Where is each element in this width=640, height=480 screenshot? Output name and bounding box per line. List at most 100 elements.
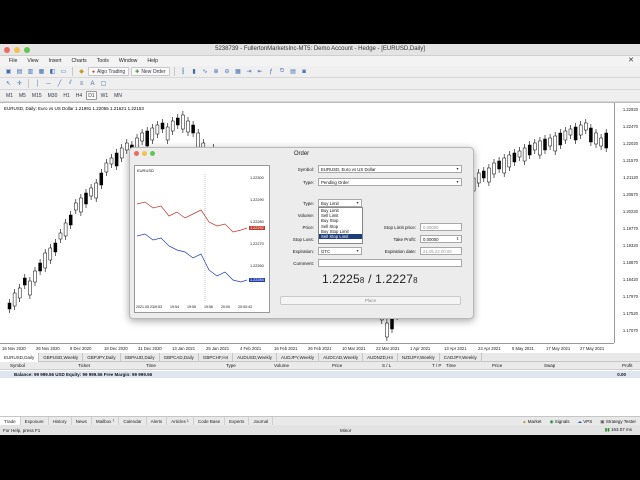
dropdown-option-sell-stop-limit[interactable]: Sell Stop Limit — [319, 233, 362, 240]
comment-input[interactable] — [318, 259, 462, 267]
pending-type-select[interactable]: Buy Limit ▾ — [318, 199, 362, 207]
trendline-icon[interactable]: ╱ — [55, 79, 64, 88]
new-chart-icon[interactable]: ▣ — [4, 67, 13, 76]
algo-trading-button[interactable]: ● Algo Trading — [88, 67, 130, 76]
chart-shift-icon[interactable]: ⇤ — [256, 67, 265, 76]
chart-tab[interactable]: GBPAUD,Daily — [121, 352, 160, 362]
dialog-minimize-button[interactable] — [142, 151, 147, 156]
vertical-line-icon[interactable]: │ — [33, 79, 42, 88]
dialog-close-button[interactable] — [134, 151, 139, 156]
symbol-select[interactable]: EURUSD, Euro vs US Dollar ▾ — [318, 165, 462, 173]
column-header[interactable]: Price — [332, 363, 342, 368]
timeframe-m1[interactable]: M1 — [4, 91, 15, 100]
terminal-icon[interactable]: ▭ — [59, 67, 68, 76]
market-watch-icon[interactable]: ▥ — [26, 67, 35, 76]
stop-limit-input[interactable]: 0.00000 — [420, 223, 462, 231]
candle-body — [604, 132, 608, 149]
column-header[interactable]: Time — [446, 363, 456, 368]
column-header[interactable]: Type — [226, 363, 236, 368]
chart-tab[interactable]: GBPUSD,Weekly — [39, 352, 84, 362]
column-header[interactable]: Price — [492, 363, 502, 368]
bar-chart-icon[interactable]: ┇ — [179, 67, 188, 76]
take-profit-input[interactable]: 0.00000 ⇕ — [420, 235, 462, 243]
column-header[interactable]: Ticket — [78, 363, 90, 368]
zoom-in-icon[interactable]: ⊕ — [212, 67, 221, 76]
chart-tab[interactable]: GBPCHF,H4 — [199, 352, 234, 362]
candle-body — [548, 137, 552, 147]
line-chart-icon[interactable]: ∿ — [201, 67, 210, 76]
timeframe-m30[interactable]: M30 — [46, 91, 60, 100]
channel-icon[interactable]: ⫽ — [66, 79, 75, 88]
column-header[interactable]: T / P — [432, 363, 441, 368]
expiration-date-input[interactable]: 21.05.22 00:00 — [420, 247, 462, 255]
expiration-select[interactable]: GTC ▾ — [318, 247, 362, 255]
column-header[interactable]: Profit — [622, 363, 633, 368]
strategy-tester-link[interactable]: ▣ Strategy Tester — [600, 419, 636, 425]
metaeditor-icon[interactable]: ◆ — [77, 67, 86, 76]
timeframe-h1[interactable]: H1 — [61, 91, 71, 100]
close-chart-icon[interactable]: ✕ — [628, 56, 634, 64]
chart-tab[interactable]: AUDNZD,H4 — [363, 352, 398, 362]
menu-window[interactable]: Window — [114, 58, 142, 64]
signals-link[interactable]: ◉ Signals — [550, 419, 570, 425]
timeframe-h4[interactable]: H4 — [74, 91, 84, 100]
fibonacci-icon[interactable]: ≡ — [77, 79, 86, 88]
market-link[interactable]: ▲ Market — [522, 419, 541, 424]
candle-body — [48, 247, 53, 261]
order-type-select[interactable]: Pending Order ▾ — [318, 178, 462, 186]
screenshot-icon[interactable]: ◙ — [300, 67, 309, 76]
price-tick: 1.17520 — [622, 311, 638, 316]
data-window-icon[interactable]: ▦ — [37, 67, 46, 76]
candle-body — [109, 157, 114, 165]
column-header[interactable]: Time — [146, 363, 156, 368]
chart-tab[interactable]: EURUSD,Daily — [0, 352, 40, 362]
candle-body — [522, 147, 527, 162]
navigator-icon[interactable]: ◧ — [48, 67, 57, 76]
chart-tab[interactable]: CADJPY,Weekly — [440, 352, 482, 362]
cursor-icon[interactable]: ↖ — [4, 79, 13, 88]
column-header[interactable]: S / L — [382, 363, 391, 368]
timeframe-mn[interactable]: MN — [112, 91, 124, 100]
column-header[interactable]: Symbol — [10, 363, 25, 368]
menu-help[interactable]: Help — [142, 58, 163, 64]
dialog-zoom-button[interactable] — [150, 151, 155, 156]
chart-tab[interactable]: NZDJPY,Weekly — [398, 352, 440, 362]
candlestick-icon[interactable]: ▮ — [190, 67, 199, 76]
menu-file[interactable]: File — [4, 58, 22, 64]
timeframe-w1[interactable]: W1 — [99, 91, 111, 100]
text-tool-icon[interactable]: A — [88, 79, 97, 88]
chart-tab[interactable]: AUDJPY,Weekly — [277, 352, 320, 362]
menu-view[interactable]: View — [22, 58, 43, 64]
timeframe-d1[interactable]: D1 — [86, 91, 97, 100]
column-header[interactable]: Volume — [274, 363, 289, 368]
chart-tab[interactable]: GBPCAD,Daily — [160, 352, 199, 362]
place-button[interactable]: Place — [280, 296, 461, 305]
column-header[interactable]: Swap — [544, 363, 555, 368]
chart-tab[interactable]: GBPJPY,Daily — [83, 352, 121, 362]
time-tick: 26 Feb 2021 — [308, 346, 332, 351]
timeframe-m15[interactable]: M15 — [30, 91, 44, 100]
vps-link[interactable]: ☁ VPS — [578, 419, 593, 425]
tile-windows-icon[interactable]: ▦ — [234, 67, 243, 76]
zoom-out-icon[interactable]: ⊖ — [223, 67, 232, 76]
templates-icon[interactable]: ▤ — [289, 67, 298, 76]
periods-icon[interactable]: ⏲ — [278, 67, 287, 76]
chart-tab[interactable]: AUDCAD,Weekly — [319, 352, 364, 362]
toolbox-tab-label: Trade — [4, 418, 16, 424]
shapes-icon[interactable]: ▢ — [99, 79, 108, 88]
indicators-icon[interactable]: ƒ — [267, 67, 276, 76]
timeframe-m5[interactable]: M5 — [17, 91, 28, 100]
chart-tab[interactable]: AUDUSD,Weekly — [233, 352, 278, 362]
menu-tools[interactable]: Tools — [92, 58, 114, 64]
time-tick: 17 May 2021 — [546, 346, 571, 351]
tick-time-label: 20:00 — [221, 305, 230, 309]
crosshair-icon[interactable]: ✛ — [15, 79, 24, 88]
auto-scroll-icon[interactable]: ⇥ — [245, 67, 254, 76]
stop-loss-label: Stop Loss: — [292, 237, 314, 242]
profiles-icon[interactable]: ▤ — [15, 67, 24, 76]
menu-insert[interactable]: Insert — [44, 58, 67, 64]
new-order-button[interactable]: ✚ New Order — [131, 67, 170, 76]
menu-charts[interactable]: Charts — [67, 58, 92, 64]
horizontal-line-icon[interactable]: ─ — [44, 79, 53, 88]
time-tick: 4 Feb 2021 — [240, 346, 262, 351]
